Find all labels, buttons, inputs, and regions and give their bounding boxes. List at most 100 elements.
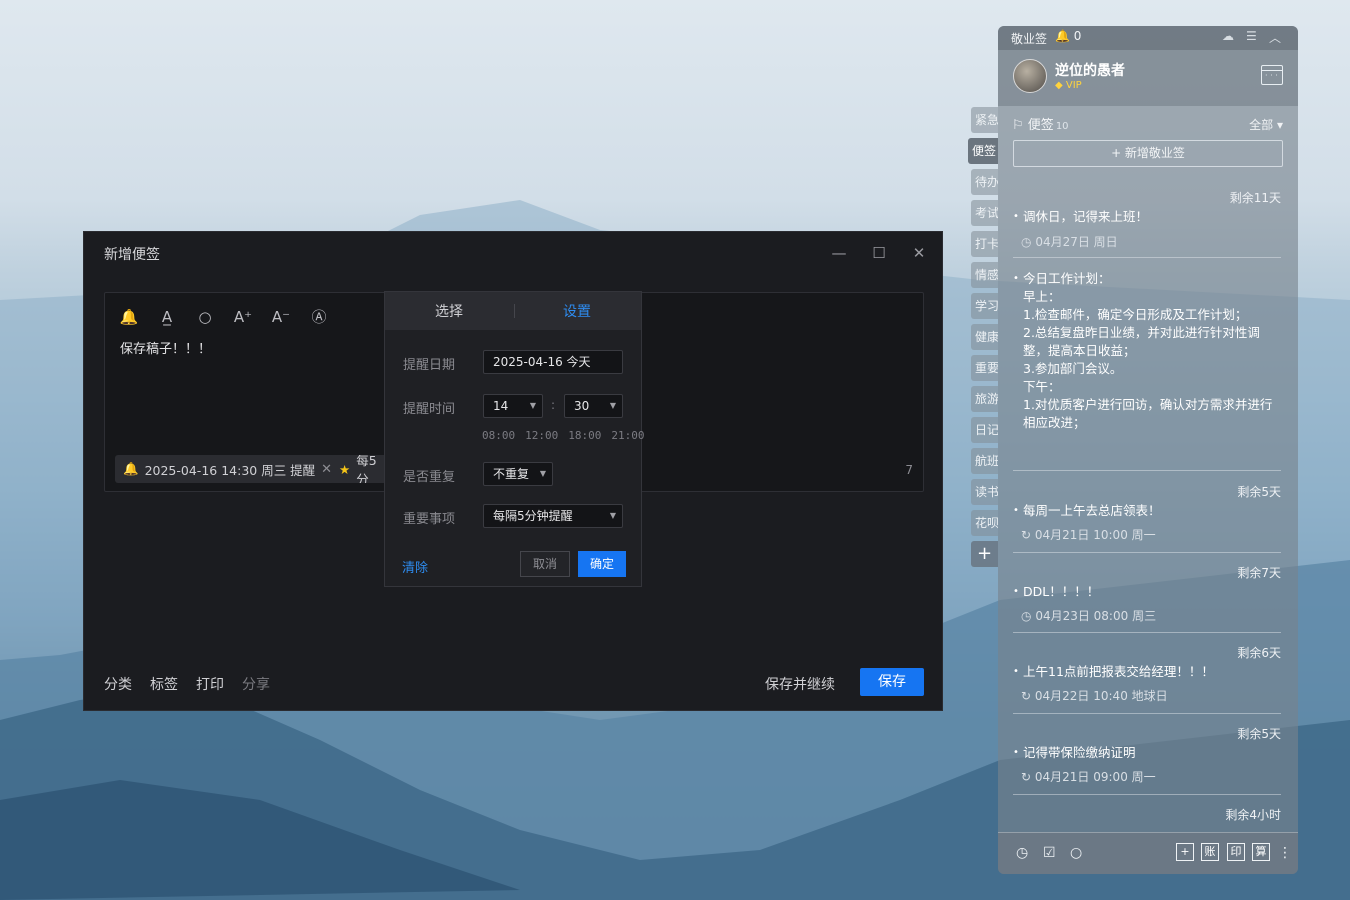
add-category-button[interactable]: +	[971, 541, 998, 567]
font-increase-icon[interactable]: A⁺	[231, 305, 255, 329]
cloud-sync-icon[interactable]: ☁	[1222, 29, 1234, 43]
search-icon[interactable]: ○	[1070, 845, 1082, 861]
side-tab-important[interactable]: 重要	[971, 355, 998, 381]
calendar-icon[interactable]	[1261, 65, 1283, 85]
note-divider	[1013, 713, 1281, 714]
filter-dropdown[interactable]: 全部 ▾	[1249, 116, 1283, 133]
clock-icon: ◷	[1021, 609, 1032, 623]
confirm-button[interactable]: 确定	[578, 551, 626, 577]
note-remaining: 剩余6天	[1237, 646, 1281, 660]
note-text: 今日工作计划： 早上： 1.检查邮件，确定今日形成及工作计划； 2.总结复盘昨日…	[1013, 270, 1275, 430]
tab-select[interactable]: 选择	[385, 301, 513, 321]
repeat-select[interactable]: 不重复 ▼	[483, 462, 553, 486]
side-tab-huabei[interactable]: 花呗	[971, 510, 998, 536]
note-meta: ◷ 04月23日 08:00 周三	[1021, 607, 1156, 624]
bell-count: 0	[1073, 29, 1082, 43]
avatar[interactable]	[1013, 59, 1047, 93]
important-label: 重要事项	[403, 512, 456, 527]
flag-icon: ⚐	[1012, 118, 1024, 133]
vip-badge: ◆ VIP	[1055, 80, 1082, 91]
time-label: 提醒时间	[403, 402, 456, 417]
side-tab-emotion[interactable]: 情感	[971, 262, 998, 288]
collapse-icon[interactable]: ︿	[1269, 29, 1281, 46]
vip-label: VIP	[1065, 80, 1082, 91]
text-color-icon[interactable]: A̲	[155, 305, 179, 329]
minimize-button[interactable]: —	[828, 242, 850, 264]
note-item[interactable]: 今日工作计划： 早上： 1.检查邮件，确定今日形成及工作计划； 2.总结复盘昨日…	[1013, 252, 1281, 471]
minute-select[interactable]: 30 ▼	[564, 394, 623, 418]
app-name: 敬业签	[1011, 32, 1048, 46]
bell-icon[interactable]: 🔔 0	[1055, 29, 1081, 43]
checklist-icon[interactable]: ☑	[1043, 845, 1056, 861]
notes-panel: 敬业签 🔔 0 ☁ ☰ ︿ 逆位的愚者 ◆ VIP ⚐ 便签10 全部 ▾ + …	[998, 26, 1298, 874]
note-remaining: 剩余5天	[1237, 727, 1281, 741]
tags-button[interactable]: 标签	[150, 674, 178, 694]
dialog-title: 新增便签	[104, 247, 160, 263]
side-tab-travel[interactable]: 旅游	[971, 386, 998, 412]
notes-section-header: ⚐ 便签 10	[1012, 114, 1069, 133]
hour-select[interactable]: 14 ▼	[483, 394, 543, 418]
bell-icon: 🔔	[123, 461, 139, 476]
ledger-button[interactable]: 账	[1201, 843, 1219, 861]
quick-time-1800[interactable]: 18:00	[568, 429, 601, 442]
bell-icon[interactable]: 🔔	[117, 305, 141, 329]
clock-icon: ◷	[1021, 235, 1032, 249]
chevron-down-icon: ▼	[539, 469, 546, 478]
note-divider	[1013, 552, 1281, 553]
section-title: 便签	[1027, 118, 1054, 133]
note-meta-text: 04月21日 09:00 周一	[1034, 770, 1156, 784]
clock-icon[interactable]: ◷	[1016, 845, 1028, 861]
add-icon[interactable]: +	[1176, 843, 1194, 861]
side-tab-urgent[interactable]: 紧急	[971, 107, 998, 133]
important-value: 每隔5分钟提醒	[493, 509, 573, 523]
side-tab-exam[interactable]: 考试	[971, 200, 998, 226]
note-remaining: 剩余4小时	[1225, 808, 1281, 822]
chevron-down-icon: ▼	[609, 511, 616, 520]
quick-time-0800[interactable]: 08:00	[482, 429, 515, 442]
reminder-chip[interactable]: 🔔 2025-04-16 14:30 周三 提醒 ✕	[115, 455, 341, 483]
side-tab-todo[interactable]: 待办	[971, 169, 998, 195]
note-remaining: 剩余7天	[1237, 566, 1281, 580]
add-note-button[interactable]: + 新增敬业签	[1013, 140, 1283, 167]
close-button[interactable]: ✕	[908, 242, 930, 264]
side-tab-notes[interactable]: 便签	[968, 138, 998, 164]
side-tab-health[interactable]: 健康	[971, 324, 998, 350]
quick-time-2100[interactable]: 21:00	[611, 429, 644, 442]
char-count: 7	[905, 463, 913, 477]
more-icon[interactable]: ⋮	[1278, 845, 1292, 861]
maximize-button[interactable]: ☐	[868, 242, 890, 264]
note-meta-text: 04月23日 08:00 周三	[1035, 609, 1157, 623]
date-field[interactable]: 2025-04-16 今天	[483, 350, 623, 374]
side-tab-checkin[interactable]: 打卡	[971, 231, 998, 257]
share-button[interactable]: 分享	[242, 674, 270, 694]
calculator-button[interactable]: 算	[1252, 843, 1270, 861]
editor-content[interactable]: 保存稿子！！！	[120, 338, 211, 357]
repeat-icon: ↻	[1021, 689, 1032, 703]
important-chip[interactable]: ★ 每5分	[331, 455, 387, 483]
side-tab-flight[interactable]: 航班	[971, 448, 998, 474]
menu-icon[interactable]: ☰	[1246, 29, 1257, 43]
clear-button[interactable]: 清除	[402, 557, 428, 576]
note-text: 记得带保险缴纳证明	[1013, 744, 1275, 762]
print-button[interactable]: 印	[1227, 843, 1245, 861]
quick-time-1200[interactable]: 12:00	[525, 429, 558, 442]
time-separator: :	[551, 398, 556, 412]
side-tab-diary[interactable]: 日记	[971, 417, 998, 443]
chevron-down-icon: ▼	[529, 401, 536, 410]
side-tab-study[interactable]: 学习	[971, 293, 998, 319]
category-button[interactable]: 分类	[104, 674, 132, 694]
important-select[interactable]: 每隔5分钟提醒 ▼	[483, 504, 623, 528]
note-divider	[1013, 470, 1281, 471]
save-continue-button[interactable]: 保存并继续	[765, 674, 835, 694]
chevron-down-icon: ▼	[609, 401, 616, 410]
print-button[interactable]: 打印	[196, 674, 224, 694]
cancel-button[interactable]: 取消	[520, 551, 570, 577]
format-icon[interactable]: Ⓐ	[307, 305, 331, 329]
filter-label: 全部	[1249, 118, 1274, 132]
search-icon[interactable]: ○	[193, 305, 217, 329]
save-button[interactable]: 保存	[860, 668, 924, 696]
font-decrease-icon[interactable]: A⁻	[269, 305, 293, 329]
section-count: 10	[1055, 121, 1069, 132]
side-tab-reading[interactable]: 读书	[971, 479, 998, 505]
tab-settings[interactable]: 设置	[513, 301, 641, 321]
